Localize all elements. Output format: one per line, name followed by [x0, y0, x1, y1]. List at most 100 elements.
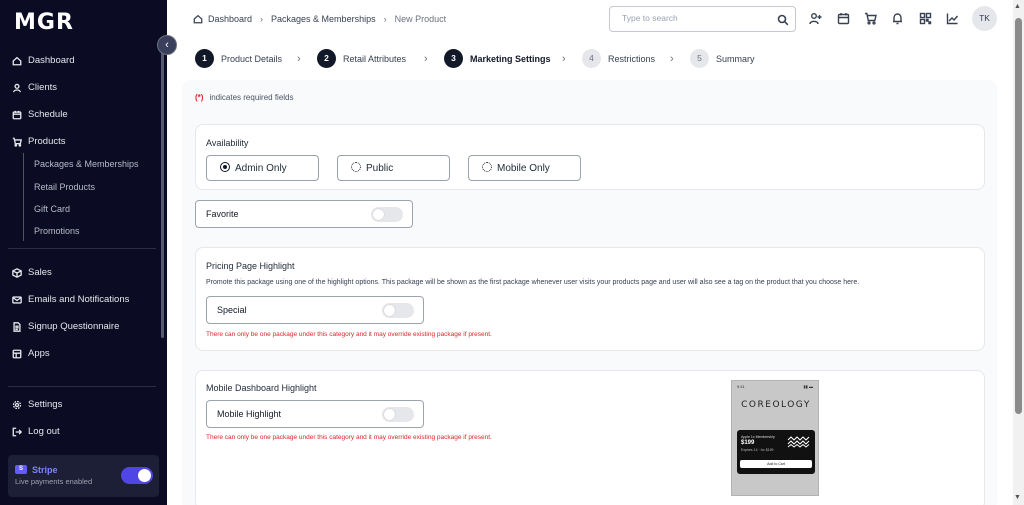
- sidebar-scrollbar[interactable]: [161, 38, 164, 338]
- radio-selected-icon: [220, 162, 230, 172]
- sidebar-item-label: Apps: [28, 348, 50, 359]
- required-marker: (*): [195, 93, 204, 102]
- gear-icon: [12, 400, 22, 410]
- chevron-right-icon: ›: [297, 53, 301, 65]
- sidebar-item-logout[interactable]: Log out: [12, 426, 60, 437]
- sidebar-item-dashboard[interactable]: Dashboard: [12, 55, 74, 66]
- page-scrollbar-thumb[interactable]: [1015, 18, 1022, 414]
- step-retail-attributes[interactable]: 2 Retail Attributes: [317, 49, 406, 68]
- add-user-icon[interactable]: [809, 12, 822, 25]
- step-summary[interactable]: 5 Summary: [690, 49, 755, 68]
- radio-admin-only[interactable]: Admin Only: [206, 155, 319, 181]
- sidebar-item-label: Sales: [28, 267, 52, 278]
- sidebar-item-label: Clients: [28, 82, 58, 93]
- special-field: Special: [206, 296, 424, 324]
- chevron-right-icon: ›: [562, 53, 566, 65]
- step-marketing-settings[interactable]: 3 Marketing Settings: [444, 49, 551, 68]
- preview-card-title: Apple 1x Membership: [741, 435, 775, 439]
- sidebar-item-label: Products: [28, 136, 66, 147]
- step-number: 4: [582, 49, 601, 68]
- required-note-text: indicates required fields: [209, 93, 294, 102]
- sidebar-subitem-promotions[interactable]: Promotions: [34, 226, 80, 236]
- bell-icon[interactable]: [891, 12, 904, 25]
- mail-icon: [12, 295, 22, 305]
- sidebar-item-label: Dashboard: [28, 55, 75, 66]
- step-product-details[interactable]: 1 Product Details: [195, 49, 282, 68]
- scroll-down-arrow-icon[interactable]: ▼: [1014, 494, 1021, 501]
- favorite-label: Favorite: [206, 209, 239, 219]
- sidebar-item-settings[interactable]: Settings: [12, 399, 62, 410]
- breadcrumb-packages[interactable]: Packages & Memberships: [271, 14, 376, 24]
- preview-card-price: $199: [741, 440, 755, 446]
- favorite-toggle[interactable]: [371, 207, 403, 222]
- home-icon: [12, 56, 22, 66]
- logout-icon: [12, 427, 22, 437]
- sidebar-item-label: Settings: [28, 399, 63, 410]
- sidebar-subitem-gift-card[interactable]: Gift Card: [34, 204, 70, 214]
- pricing-highlight-description: Promote this package using one of the hi…: [206, 279, 860, 286]
- availability-card: Availability Admin Only Public Mobile On…: [195, 124, 985, 190]
- pricing-highlight-title: Pricing Page Highlight: [206, 261, 295, 271]
- stripe-card: S Stripe Live payments enabled: [8, 455, 159, 497]
- breadcrumb-dashboard[interactable]: Dashboard: [208, 14, 252, 24]
- avatar[interactable]: TK: [972, 6, 997, 31]
- breadcrumb-current: New Product: [394, 14, 447, 24]
- preview-brand: COREOLOGY: [741, 400, 811, 410]
- calendar-icon: [12, 110, 22, 120]
- radio-public[interactable]: Public: [337, 155, 450, 181]
- radio-mobile-only[interactable]: Mobile Only: [468, 155, 581, 181]
- mobile-highlight-field: Mobile Highlight: [206, 400, 424, 428]
- stripe-status: Live payments enabled: [15, 477, 93, 486]
- step-number: 3: [444, 49, 463, 68]
- sidebar-item-schedule[interactable]: Schedule: [12, 109, 68, 120]
- qr-code-icon[interactable]: [919, 12, 932, 25]
- home-icon[interactable]: [193, 14, 203, 24]
- mobile-highlight-warning: There can only be one package under this…: [206, 434, 492, 441]
- step-label: Product Details: [221, 53, 283, 64]
- submenu-line: [23, 153, 24, 241]
- scroll-up-arrow-icon[interactable]: ▲: [1014, 3, 1021, 10]
- calendar-icon[interactable]: [837, 12, 850, 25]
- sidebar-item-sales[interactable]: Sales: [12, 267, 52, 278]
- chevron-right-icon: ›: [424, 53, 428, 65]
- top-header: Dashboard › Packages & Memberships › New…: [167, 0, 1024, 40]
- chart-icon[interactable]: [946, 12, 959, 25]
- radio-label: Admin Only: [235, 163, 287, 174]
- chevron-right-icon: ›: [670, 53, 674, 65]
- sidebar-item-products[interactable]: Products: [12, 136, 66, 147]
- sidebar-subitem-retail[interactable]: Retail Products: [34, 182, 95, 192]
- sidebar-item-label: Signup Questionnaire: [28, 321, 120, 332]
- sidebar-item-signup[interactable]: Signup Questionnaire: [12, 321, 119, 332]
- mobile-highlight-toggle[interactable]: [382, 407, 414, 422]
- required-note: (*) indicates required fields: [195, 93, 294, 102]
- preview-add-to-cart: Add to Cart: [740, 460, 812, 468]
- special-toggle[interactable]: [382, 303, 414, 318]
- sidebar-item-apps[interactable]: Apps: [12, 348, 50, 359]
- search-icon[interactable]: [777, 13, 789, 26]
- chevron-right-icon: ›: [260, 14, 264, 24]
- sidebar-divider: [8, 386, 156, 387]
- sidebar-divider: [8, 248, 156, 249]
- radio-label: Mobile Only: [497, 163, 550, 174]
- wave-pattern-icon: [787, 435, 811, 448]
- step-restrictions[interactable]: 4 Restrictions: [582, 49, 655, 68]
- sidebar-item-label: Emails and Notifications: [28, 294, 130, 305]
- cart-icon[interactable]: [864, 12, 877, 25]
- availability-title: Availability: [206, 138, 249, 148]
- pricing-highlight-warning: There can only be one package under this…: [206, 331, 492, 338]
- document-icon: [12, 321, 22, 332]
- sidebar-item-emails[interactable]: Emails and Notifications: [12, 294, 129, 305]
- sidebar-collapse-button[interactable]: ‹: [157, 35, 177, 55]
- search-input[interactable]: [622, 13, 772, 23]
- mobile-highlight-title: Mobile Dashboard Highlight: [206, 383, 317, 393]
- preview-card-detail: Expires 14 · for $199: [741, 448, 774, 452]
- step-label: Retail Attributes: [343, 53, 407, 64]
- sidebar-item-label: Schedule: [28, 109, 68, 120]
- sidebar-subitem-packages[interactable]: Packages & Memberships: [34, 159, 139, 169]
- cart-icon: [12, 137, 22, 147]
- radio-unselected-icon: [351, 162, 361, 172]
- stripe-toggle[interactable]: [121, 467, 153, 484]
- step-number: 5: [690, 49, 709, 68]
- sidebar-item-clients[interactable]: Clients: [12, 82, 57, 93]
- user-icon: [12, 83, 22, 93]
